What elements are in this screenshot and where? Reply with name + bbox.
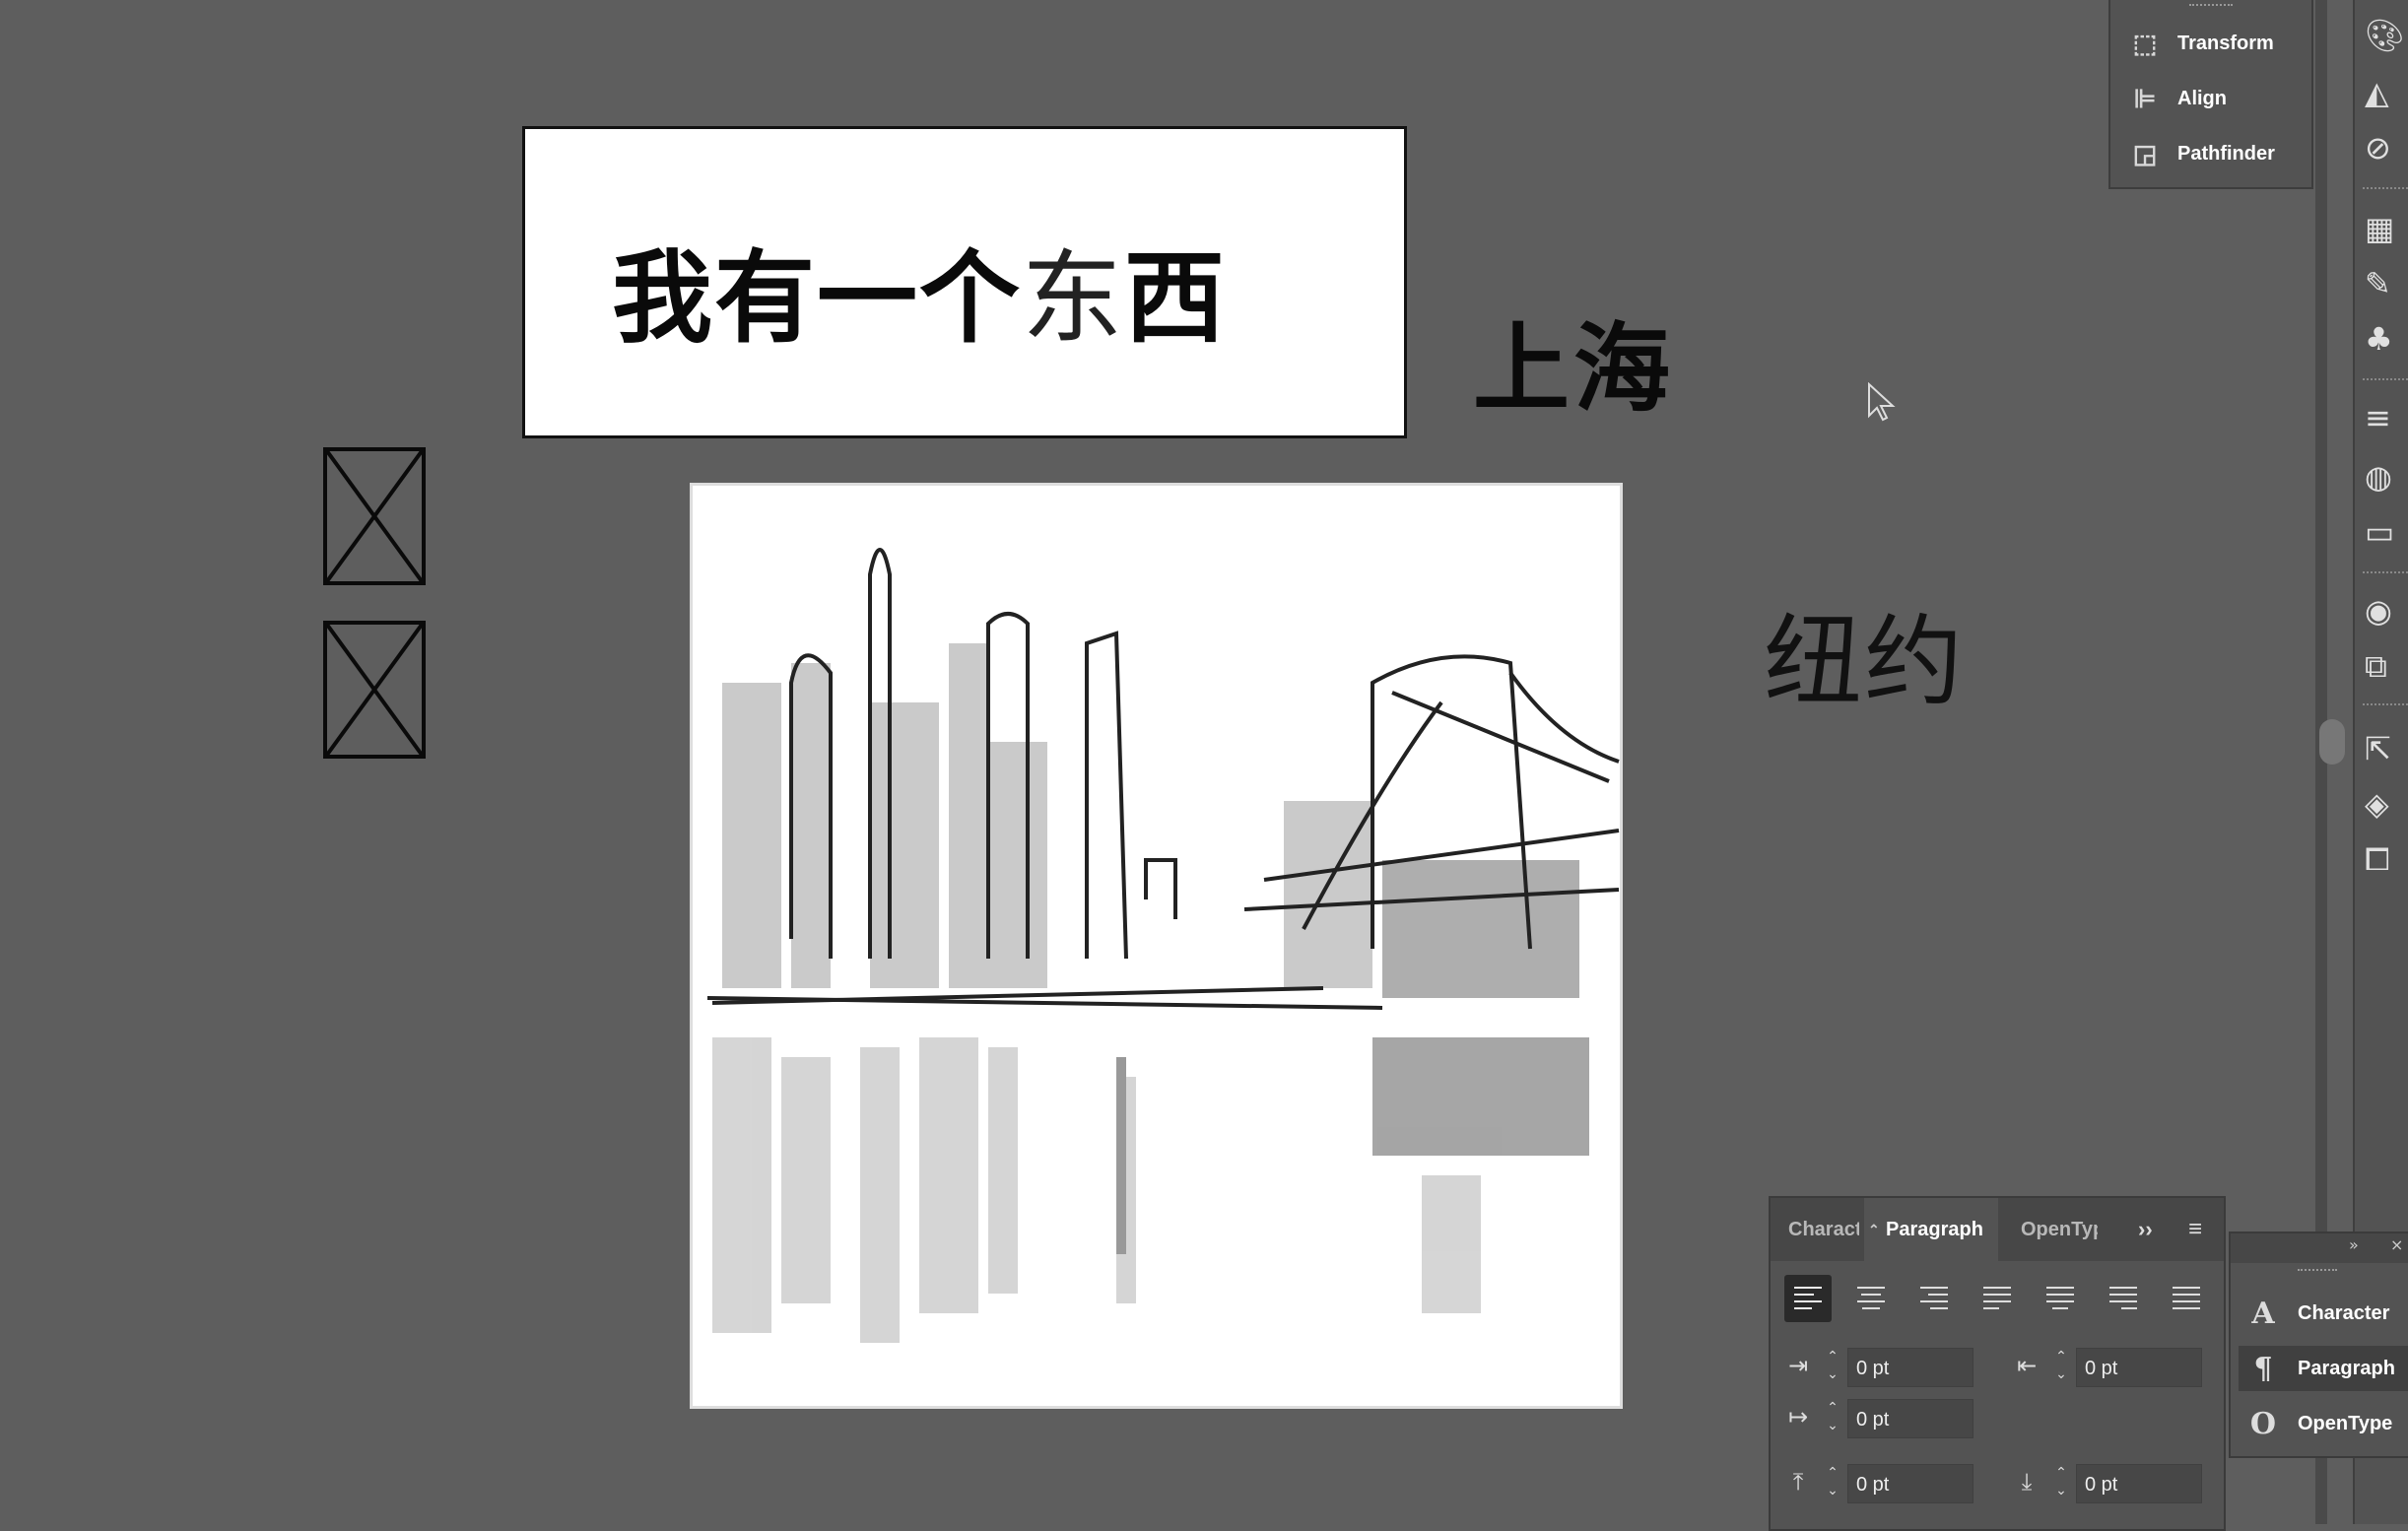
right-indent-input[interactable]: 0 pt bbox=[2076, 1348, 2202, 1387]
headline-text-frame[interactable]: 我有一个东西 bbox=[522, 126, 1407, 438]
placeholder-cross-icon bbox=[325, 623, 424, 757]
character-label: Character bbox=[2298, 1301, 2390, 1324]
pathfinder-label: Pathfinder bbox=[2177, 142, 2275, 165]
justify-last-right-icon bbox=[2109, 1287, 2137, 1309]
opentype-label: OpenType bbox=[2298, 1412, 2393, 1434]
graphic-styles-icon[interactable]: ⧉ bbox=[2365, 646, 2408, 686]
collapsed-panel-header: » × bbox=[2231, 1233, 2408, 1263]
space-after-input[interactable]: 0 pt bbox=[2076, 1464, 2202, 1503]
first-line-indent-input[interactable]: 0 pt bbox=[1847, 1399, 1973, 1438]
image-placeholder-frame[interactable] bbox=[323, 621, 426, 759]
align-right-icon bbox=[1920, 1287, 1948, 1309]
transparency-icon[interactable]: ◍ bbox=[2365, 457, 2408, 497]
swatches-icon[interactable]: ▦ bbox=[2365, 209, 2408, 248]
space-after-icon: ⤓ bbox=[2021, 1468, 2033, 1496]
transform-panel-button[interactable]: ⬚ Transform bbox=[2128, 24, 2306, 63]
headline-bold-part: 我有一个 bbox=[612, 240, 1022, 358]
space-before-input[interactable]: 0 pt bbox=[1847, 1464, 1973, 1503]
brushes-icon[interactable]: ✎ bbox=[2365, 264, 2408, 303]
city-skyline-illustration bbox=[706, 548, 1620, 1343]
more-tabs-button[interactable]: ›› bbox=[2138, 1198, 2153, 1261]
mouse-cursor-icon bbox=[1867, 381, 1897, 426]
paragraph-panel-tabs: Character ⌃⌄ Paragraph OpenType ›› ≡ bbox=[1771, 1198, 2224, 1261]
left-indent-input[interactable]: 0 pt bbox=[1847, 1348, 1973, 1387]
pen-icon[interactable]: ⊘ bbox=[2365, 128, 2408, 167]
align-right-button[interactable] bbox=[1910, 1275, 1958, 1322]
appearance-icon[interactable]: ◉ bbox=[2365, 591, 2408, 631]
space-after-stepper[interactable]: ⌃ ⌄ bbox=[2048, 1464, 2074, 1503]
left-indent-icon: ⇥ bbox=[1787, 1352, 1809, 1379]
symbols-icon[interactable]: ♣ bbox=[2365, 319, 2408, 359]
dock-separator bbox=[2363, 378, 2408, 386]
placeholder-cross-icon bbox=[325, 449, 424, 583]
right-indent-icon: ⇤ bbox=[2016, 1352, 2038, 1379]
align-label: Align bbox=[2177, 87, 2227, 109]
layers-icon[interactable]: ◈ bbox=[2365, 784, 2408, 824]
color-icon[interactable]: 🎨︎ bbox=[2365, 16, 2408, 55]
headline-thin-part: 东 bbox=[1022, 240, 1124, 358]
pathfinder-panel-button[interactable]: ◲ Pathfinder bbox=[2128, 134, 2306, 173]
justify-last-left-button[interactable] bbox=[1973, 1275, 2021, 1322]
expand-panels-button[interactable]: » bbox=[2349, 1235, 2359, 1254]
paragraph-icon: ¶ bbox=[2253, 1351, 2273, 1386]
artboards-icon[interactable]: ⧠ bbox=[2365, 839, 2408, 879]
headline-bold-end: 西 bbox=[1124, 240, 1227, 358]
tab-paragraph-label: Paragraph bbox=[1886, 1219, 1983, 1240]
first-line-indent-icon: ↦ bbox=[1787, 1403, 1809, 1431]
dock-separator bbox=[2363, 571, 2408, 579]
color-guide-icon[interactable]: ◭ bbox=[2365, 73, 2408, 112]
paragraph-panel: Character ⌃⌄ Paragraph OpenType ›› ≡ ⇥ ⌃… bbox=[1769, 1196, 2226, 1531]
gradient-icon[interactable]: ▭ bbox=[2365, 512, 2408, 552]
align-center-button[interactable] bbox=[1847, 1275, 1895, 1322]
panel-menu-icon[interactable]: ≡ bbox=[2188, 1198, 2202, 1261]
left-indent-stepper[interactable]: ⌃ ⌄ bbox=[1820, 1348, 1845, 1387]
tab-sort-icon: ⌃⌄ bbox=[1868, 1222, 1880, 1237]
first-line-indent-stepper[interactable]: ⌃ ⌄ bbox=[1820, 1399, 1845, 1438]
opentype-icon: O bbox=[2249, 1406, 2277, 1441]
panel-grip[interactable] bbox=[2298, 1269, 2337, 1277]
collapsed-type-panels: » × A Character ¶ Paragraph O OpenType bbox=[2229, 1231, 2408, 1458]
transform-align-pathfinder-panel: ⬚ Transform ⊫ Align ◲ Pathfinder bbox=[2108, 0, 2313, 189]
headline-text[interactable]: 我有一个东西 bbox=[612, 249, 1227, 350]
transform-icon: ⬚ bbox=[2132, 29, 2158, 58]
right-indent-stepper[interactable]: ⌃ ⌄ bbox=[2048, 1348, 2074, 1387]
shanghai-text[interactable]: 上海 bbox=[1473, 291, 1674, 431]
city-sketch-image[interactable] bbox=[690, 483, 1623, 1409]
dock-separator bbox=[2363, 187, 2408, 195]
align-panel-button[interactable]: ⊫ Align bbox=[2128, 79, 2306, 118]
justify-last-center-button[interactable] bbox=[2037, 1275, 2084, 1322]
align-icon: ⊫ bbox=[2133, 84, 2157, 113]
align-center-icon bbox=[1857, 1287, 1885, 1309]
tab-paragraph[interactable]: ⌃⌄ Paragraph bbox=[1864, 1198, 1998, 1261]
space-before-icon: ⤒ bbox=[1792, 1468, 1804, 1496]
justify-last-right-button[interactable] bbox=[2100, 1275, 2147, 1322]
panel-grip[interactable] bbox=[2189, 4, 2233, 12]
close-panel-button[interactable]: × bbox=[2390, 1235, 2403, 1254]
stroke-icon[interactable]: ≡ bbox=[2365, 398, 2408, 437]
pathfinder-icon: ◲ bbox=[2132, 139, 2158, 168]
paragraph-panel-button[interactable]: ¶ Paragraph bbox=[2239, 1346, 2408, 1391]
align-left-icon bbox=[1794, 1287, 1822, 1309]
dock-scrollbar[interactable] bbox=[2319, 719, 2345, 765]
justify-all-icon bbox=[2173, 1287, 2200, 1309]
image-placeholder-frame[interactable] bbox=[323, 447, 426, 585]
newyork-text[interactable]: 纽约 bbox=[1764, 581, 1965, 724]
justify-last-left-icon bbox=[1983, 1287, 2011, 1309]
align-left-button[interactable] bbox=[1784, 1275, 1832, 1322]
justify-last-center-icon bbox=[2046, 1287, 2074, 1309]
opentype-panel-button[interactable]: O OpenType bbox=[2239, 1401, 2408, 1446]
space-before-stepper[interactable]: ⌃ ⌄ bbox=[1820, 1464, 1845, 1503]
tab-opentype[interactable]: OpenType bbox=[2021, 1198, 2098, 1261]
transform-label: Transform bbox=[2177, 32, 2274, 54]
character-panel-button[interactable]: A Character bbox=[2239, 1291, 2408, 1336]
justify-all-button[interactable] bbox=[2163, 1275, 2210, 1322]
tab-character[interactable]: Character bbox=[1788, 1198, 1859, 1261]
paragraph-label: Paragraph bbox=[2298, 1357, 2395, 1379]
dock-separator bbox=[2363, 703, 2408, 711]
export-icon[interactable]: ⇱ bbox=[2365, 729, 2408, 768]
character-icon: A bbox=[2251, 1296, 2275, 1331]
